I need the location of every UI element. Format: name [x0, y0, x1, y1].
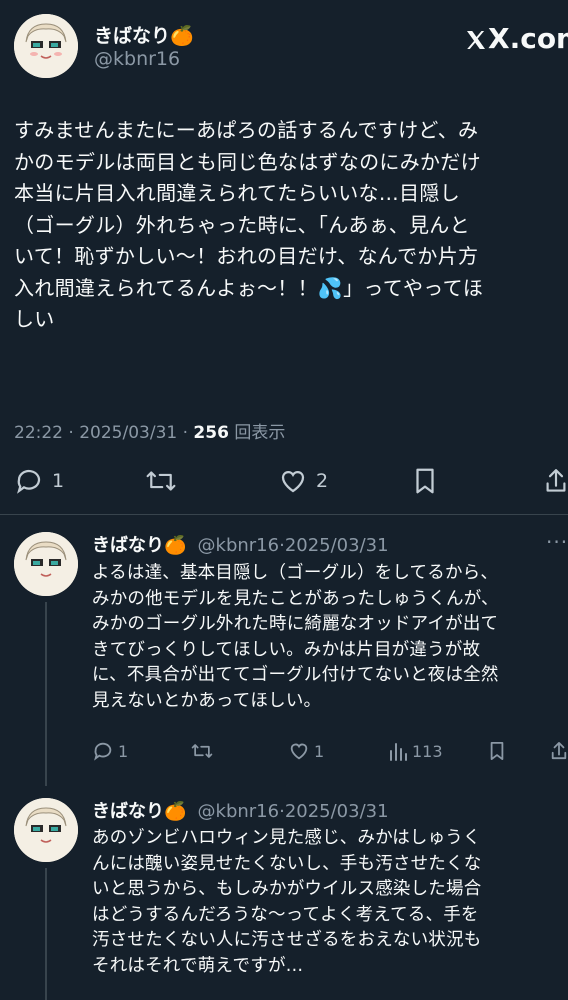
reply-count: 1	[52, 470, 65, 492]
reply-author-name[interactable]: きばなり🍊	[92, 801, 186, 822]
views-label: 回表示	[234, 423, 286, 443]
share-icon	[551, 742, 567, 760]
avatar-image	[14, 532, 78, 596]
views-icon	[390, 743, 407, 761]
like-button[interactable]: 1	[288, 740, 324, 762]
x-logo-icon	[464, 26, 488, 59]
retweet-icon	[146, 471, 176, 491]
reply-author-name[interactable]: きばなり🍊	[92, 535, 186, 556]
reply-date[interactable]: 2025/03/31	[285, 535, 389, 556]
like-count: 1	[314, 741, 325, 761]
reply-icon	[17, 469, 41, 494]
reply-author-handle[interactable]: @kbnr16	[198, 535, 280, 556]
bookmark-button[interactable]	[488, 740, 506, 762]
meta-separator: ·	[182, 423, 189, 443]
main-tweet-meta: 22:22 · 2025/03/31 · 256 回表示	[14, 418, 285, 443]
bookmark-icon	[490, 742, 504, 760]
meta-separator: ·	[68, 423, 74, 443]
main-tweet-text: すみませんまたにーあぱろの話するんですけど、み かのモデルは両目とも同じ色なはず…	[14, 118, 484, 331]
more-icon[interactable]: ···	[546, 530, 568, 554]
reply-avatar[interactable]	[14, 532, 78, 596]
views-count: 113	[412, 741, 443, 761]
main-avatar[interactable]	[14, 14, 78, 78]
like-icon	[281, 470, 305, 493]
views-button[interactable]: 113	[388, 740, 443, 762]
reply-text: あのゾンビハロウィン見た感じ、みかはしゅうく んには醜い姿見せたくないし、手も汚…	[92, 828, 482, 976]
reply-button[interactable]: 1	[92, 740, 128, 762]
reply-date[interactable]: 2025/03/31	[285, 801, 389, 822]
bookmark-button[interactable]	[412, 466, 438, 496]
bookmark-icon	[416, 468, 434, 494]
share-button[interactable]	[550, 740, 568, 762]
thread-line	[45, 602, 47, 786]
brand-label: X.com	[488, 22, 568, 55]
avatar-image	[14, 798, 78, 862]
reply-header: きばなり🍊 @kbnr16·2025/03/31	[92, 531, 389, 557]
tweet-time[interactable]: 22:22	[14, 423, 63, 443]
reply-count: 1	[118, 741, 129, 761]
retweet-icon	[191, 744, 213, 758]
main-author-handle[interactable]: @kbnr16	[94, 48, 180, 70]
retweet-button[interactable]	[144, 466, 178, 496]
reply-author-handle[interactable]: @kbnr16	[198, 801, 280, 822]
like-count: 2	[316, 470, 329, 492]
like-icon	[290, 743, 308, 760]
share-icon	[546, 469, 566, 492]
divider	[0, 514, 568, 515]
reply-icon	[94, 742, 112, 761]
avatar-image	[14, 14, 78, 78]
reply-avatar[interactable]	[14, 798, 78, 862]
reply-text: よるは達、基本目隠し（ゴーグル）をしてるから、 みかの他モデルを見たことがあった…	[92, 563, 499, 711]
views-count: 256	[193, 423, 229, 443]
like-button[interactable]: 2	[278, 466, 328, 496]
reply-header: きばなり🍊 @kbnr16·2025/03/31	[92, 797, 389, 823]
retweet-button[interactable]	[190, 740, 214, 762]
tweet-date[interactable]: 2025/03/31	[79, 423, 177, 443]
share-button[interactable]	[544, 466, 568, 496]
thread-line	[45, 868, 47, 1000]
reply-button[interactable]: 1	[14, 466, 64, 496]
main-author-name[interactable]: きばなり🍊	[94, 21, 194, 48]
